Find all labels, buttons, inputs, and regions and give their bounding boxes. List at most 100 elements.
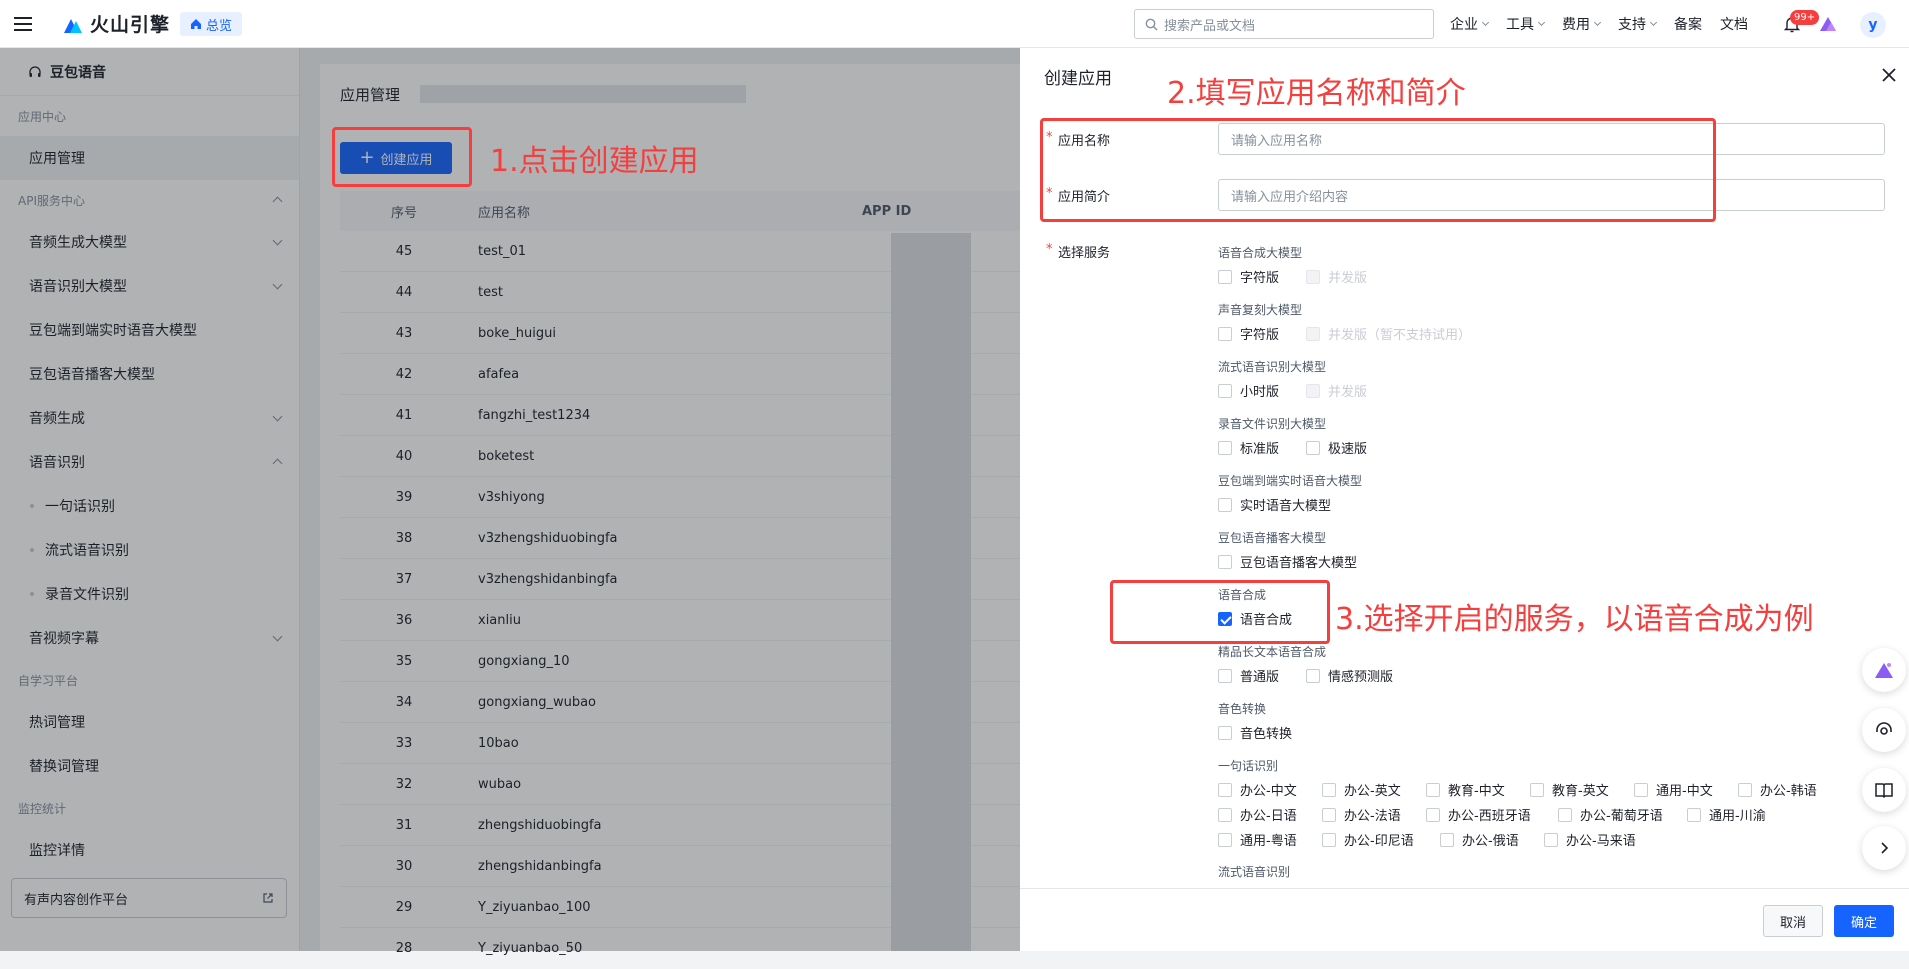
option-asr[interactable]: 通用-中文 xyxy=(1634,780,1713,799)
option-asr[interactable]: 办公-俄语 xyxy=(1440,830,1519,849)
option-asr[interactable]: 办公-马来语 xyxy=(1544,830,1636,849)
search-input[interactable]: 搜索产品或文档 xyxy=(1134,9,1434,39)
option-asr[interactable]: 办公-西班牙语 xyxy=(1426,805,1531,824)
checkbox xyxy=(1322,832,1336,847)
notification-badge: 99+ xyxy=(1790,10,1820,25)
group-voice-clone: 声音复刻大模型 xyxy=(1218,303,1303,317)
option-realtime[interactable]: 实时语音大模型 xyxy=(1218,495,1331,514)
checkbox xyxy=(1218,326,1232,341)
checkbox xyxy=(1544,832,1558,847)
sparkle-icon xyxy=(1875,663,1893,678)
close-icon[interactable] xyxy=(1880,66,1898,84)
expand-float-button[interactable] xyxy=(1862,826,1906,870)
nav-filing[interactable]: 备案 xyxy=(1674,14,1702,34)
option-hourly[interactable]: 小时版 xyxy=(1218,381,1279,400)
group-vc: 音色转换 xyxy=(1218,702,1267,716)
checkbox xyxy=(1558,807,1572,822)
book-icon xyxy=(1875,783,1893,799)
ai-assistant-icon[interactable] xyxy=(1818,14,1838,34)
option-asr[interactable]: 办公-法语 xyxy=(1322,805,1401,824)
volcano-logo-icon xyxy=(64,18,82,33)
search-placeholder: 搜索产品或文档 xyxy=(1164,18,1256,34)
option-asr[interactable]: 教育-中文 xyxy=(1426,780,1505,799)
checkbox xyxy=(1634,782,1648,797)
annotation-step2: 2.填写应用名称和简介 xyxy=(1167,76,1466,111)
option-stream-concurrent: 并发版 xyxy=(1306,381,1367,400)
group-one-sentence: 一句话识别 xyxy=(1218,759,1279,773)
nav-docs[interactable]: 文档 xyxy=(1720,14,1748,34)
nav-tools[interactable]: 工具 xyxy=(1506,14,1546,34)
headset-icon xyxy=(1876,722,1892,735)
checkbox xyxy=(1218,668,1232,683)
option-asr[interactable]: 办公-英文 xyxy=(1322,780,1401,799)
chevron-down-icon xyxy=(1593,18,1602,26)
modal-mask[interactable] xyxy=(0,48,1020,951)
checkbox xyxy=(1218,440,1232,455)
option-asr[interactable]: 办公-韩语 xyxy=(1738,780,1817,799)
option-tts-char[interactable]: 字符版 xyxy=(1218,267,1279,286)
option-emotion[interactable]: 情感预测版 xyxy=(1306,666,1393,685)
option-tts-concurrent: 并发版 xyxy=(1306,267,1367,286)
top-nav: 企业 工具 费用 支持 备案 文档 xyxy=(1450,0,1748,48)
customer-service-button[interactable] xyxy=(1862,708,1906,752)
checkbox xyxy=(1426,782,1440,797)
checkbox xyxy=(1426,807,1440,822)
checkbox xyxy=(1306,383,1320,398)
checkbox xyxy=(1218,383,1232,398)
option-asr[interactable]: 通用-粤语 xyxy=(1218,830,1297,849)
chevron-down-icon xyxy=(1481,18,1490,26)
option-asr[interactable]: 教育-英文 xyxy=(1530,780,1609,799)
checkbox xyxy=(1322,782,1336,797)
group-podcast: 豆包语音播客大模型 xyxy=(1218,531,1327,545)
option-vc[interactable]: 音色转换 xyxy=(1218,723,1292,742)
chevron-down-icon xyxy=(1649,18,1658,26)
checkbox xyxy=(1306,668,1320,683)
overview-button[interactable]: 总览 xyxy=(180,12,243,36)
checkbox xyxy=(1738,782,1752,797)
option-asr[interactable]: 办公-中文 xyxy=(1218,780,1297,799)
chevron-down-icon xyxy=(1537,18,1546,26)
checkbox xyxy=(1218,807,1232,822)
avatar[interactable]: y xyxy=(1860,12,1886,38)
search-icon xyxy=(1145,18,1158,30)
checkbox xyxy=(1218,782,1232,797)
option-podcast[interactable]: 豆包语音播客大模型 xyxy=(1218,552,1357,571)
overview-label: 总览 xyxy=(206,18,233,34)
brand-name: 火山引擎 xyxy=(90,14,171,36)
checkbox xyxy=(1218,497,1232,512)
nav-support[interactable]: 支持 xyxy=(1618,14,1658,34)
option-asr[interactable]: 通用-川渝 xyxy=(1687,805,1766,824)
nav-billing[interactable]: 费用 xyxy=(1562,14,1602,34)
option-clone-concurrent: 并发版（暂不支持试用） xyxy=(1306,324,1471,343)
checkbox xyxy=(1218,725,1232,740)
option-clone-char[interactable]: 字符版 xyxy=(1218,324,1279,343)
checkbox xyxy=(1306,269,1320,284)
cancel-button[interactable]: 取消 xyxy=(1763,905,1823,937)
menu-icon[interactable] xyxy=(14,13,32,35)
annotation-box-step1 xyxy=(332,127,472,187)
checkbox xyxy=(1218,554,1232,569)
option-asr[interactable]: 办公-日语 xyxy=(1218,805,1297,824)
docs-float-button[interactable] xyxy=(1862,768,1906,812)
confirm-button[interactable]: 确定 xyxy=(1834,905,1894,937)
checkbox xyxy=(1306,326,1320,341)
option-fast[interactable]: 极速版 xyxy=(1306,438,1367,457)
option-asr[interactable]: 办公-印尼语 xyxy=(1322,830,1414,849)
home-icon xyxy=(191,19,201,29)
nav-enterprise[interactable]: 企业 xyxy=(1450,14,1490,34)
group-tts-model: 语音合成大模型 xyxy=(1218,246,1303,260)
brand-logo[interactable]: 火山引擎 xyxy=(62,10,170,37)
group-stream-asr-model: 流式语音识别大模型 xyxy=(1218,360,1327,374)
ai-float-button[interactable] xyxy=(1862,648,1906,692)
option-standard[interactable]: 标准版 xyxy=(1218,438,1279,457)
option-asr[interactable]: 办公-葡萄牙语 xyxy=(1558,805,1663,824)
group-file-asr-model: 录音文件识别大模型 xyxy=(1218,417,1327,431)
drawer-title: 创建应用 xyxy=(1044,69,1112,89)
drawer-footer: 取消 确定 xyxy=(1020,888,1909,951)
top-bar: 火山引擎 总览 搜索产品或文档 企业 工具 费用 支持 备案 文档 99+ y xyxy=(0,0,1909,48)
annotation-box-step2 xyxy=(1040,118,1716,222)
annotation-step1: 1.点击创建应用 xyxy=(490,144,699,179)
option-normal[interactable]: 普通版 xyxy=(1218,666,1279,685)
checkbox xyxy=(1322,807,1336,822)
service-label: * 选择服务 xyxy=(1046,242,1111,261)
